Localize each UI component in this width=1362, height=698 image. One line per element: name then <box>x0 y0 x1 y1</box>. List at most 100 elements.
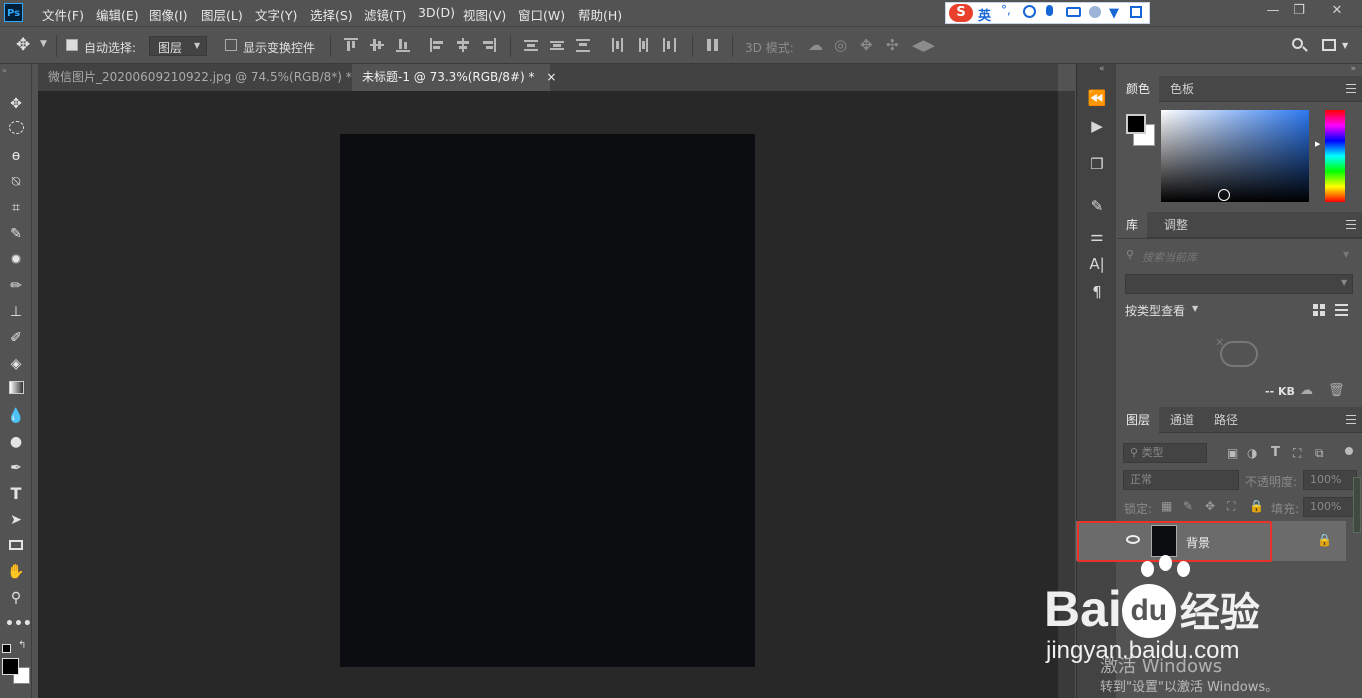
close-icon[interactable]: × <box>546 70 556 84</box>
opacity-input[interactable]: 100% <box>1303 470 1357 490</box>
foreground-color-swatch[interactable] <box>1126 114 1146 134</box>
default-colors-icon[interactable] <box>2 644 11 653</box>
auto-select-target-select[interactable]: 图层 ▼ <box>149 36 207 56</box>
filter-shape-icon[interactable]: ⛶ <box>1293 446 1301 461</box>
collapse-arrows-icon[interactable]: » <box>2 66 7 75</box>
eraser-tool-icon[interactable]: ◈ <box>5 354 27 374</box>
distribute-left-icon[interactable] <box>610 38 624 52</box>
distribute-right-icon[interactable] <box>662 38 676 52</box>
color-field[interactable] <box>1161 110 1309 202</box>
microphone-icon[interactable] <box>1046 5 1053 16</box>
lock-position-icon[interactable]: ✥ <box>1205 499 1215 513</box>
menu-window[interactable]: 窗口(W) <box>518 5 565 24</box>
quick-select-tool-icon[interactable]: ⍉ <box>5 172 27 192</box>
menu-edit[interactable]: 编辑(E) <box>96 5 139 24</box>
marquee-tool-icon[interactable] <box>5 120 27 140</box>
chevron-down-icon[interactable]: ▼ <box>1192 304 1198 313</box>
view-by-type-dropdown[interactable]: 按类型查看 <box>1125 302 1185 319</box>
list-view-icon[interactable] <box>1335 304 1348 316</box>
align-bottom-icon[interactable] <box>396 38 410 52</box>
tab-layers[interactable]: 图层 <box>1117 407 1160 433</box>
hand-tool-icon[interactable]: ✋ <box>5 562 27 582</box>
menu-layer[interactable]: 图层(L) <box>201 5 243 24</box>
move-tool-icon[interactable]: ✥ <box>5 94 27 114</box>
photoshop-logo-icon[interactable]: Ps <box>4 3 23 22</box>
menu-view[interactable]: 视图(V) <box>463 5 506 24</box>
chevron-down-icon[interactable]: ▼ <box>1343 250 1349 259</box>
distribute-bottom-icon[interactable] <box>576 38 590 52</box>
blur-tool-icon[interactable]: 💧 <box>5 406 27 426</box>
skin-shirt-icon[interactable]: ▼ <box>1109 6 1119 21</box>
chevron-down-icon[interactable]: ▼ <box>1342 41 1348 50</box>
keyboard-icon[interactable] <box>1066 7 1081 17</box>
minimize-button[interactable]: — <box>1262 2 1284 20</box>
library-search-input[interactable]: 搜索当前库 <box>1142 249 1197 265</box>
document-canvas[interactable] <box>340 134 755 667</box>
paragraph-icon[interactable]: ¶ <box>1087 282 1107 302</box>
restore-button[interactable]: ❐ <box>1288 2 1310 20</box>
align-right-icon[interactable] <box>482 38 496 52</box>
sogou-logo-icon[interactable]: S <box>949 4 973 22</box>
type-tool-icon[interactable]: T <box>5 484 27 504</box>
auto-align-icon[interactable] <box>706 38 720 52</box>
actions-play-icon[interactable]: ▶ <box>1087 116 1107 136</box>
tab-libraries[interactable]: 库 <box>1117 212 1148 238</box>
tab-document-1[interactable]: 微信图片_20200609210922.jpg @ 74.5%(RGB/8*) … <box>38 64 374 91</box>
path-select-tool-icon[interactable]: ➤ <box>5 510 27 530</box>
foreground-color-swatch[interactable] <box>2 658 19 675</box>
zoom-tool-icon[interactable]: ⚲ <box>5 588 27 608</box>
crop-tool-icon[interactable]: ⌗ <box>5 198 27 218</box>
history-icon[interactable]: ⏪ <box>1087 88 1107 108</box>
tab-document-2[interactable]: 未标题-1 @ 73.3%(RGB/8#) * × <box>352 64 556 91</box>
hue-slider[interactable] <box>1325 110 1345 202</box>
3d-panel-icon[interactable]: ❒ <box>1087 154 1107 174</box>
align-hcenter-icon[interactable] <box>456 38 470 52</box>
trash-icon[interactable]: 🗑 <box>1328 383 1345 398</box>
menu-file[interactable]: 文件(F) <box>42 5 84 24</box>
panel-menu-icon[interactable] <box>1346 415 1356 424</box>
collapse-arrows-icon[interactable]: « <box>1099 64 1105 74</box>
distribute-vcenter-icon[interactable] <box>550 38 564 52</box>
eyedropper-tool-icon[interactable]: ✎ <box>5 224 27 244</box>
grid-view-icon[interactable] <box>1313 304 1325 316</box>
cloud-sync-icon[interactable]: ☁ <box>1300 383 1313 398</box>
distribute-hcenter-icon[interactable] <box>636 38 650 52</box>
dodge-tool-icon[interactable]: ● <box>5 432 27 452</box>
panel-menu-icon[interactable] <box>1346 220 1356 229</box>
filter-toggle-icon[interactable] <box>1345 447 1353 455</box>
emoji-icon[interactable] <box>1023 5 1036 18</box>
punctuation-icon[interactable]: °, <box>1001 3 1011 17</box>
tab-adjustments[interactable]: 调整 <box>1155 212 1197 238</box>
tab-color[interactable]: 颜色 <box>1117 76 1160 102</box>
brush-tool-icon[interactable]: ✏ <box>5 276 27 296</box>
auto-select-checkbox[interactable] <box>66 39 78 51</box>
ime-toolbar[interactable]: S 英 °, ▼ <box>945 2 1150 24</box>
clone-stamp-tool-icon[interactable]: ⊥ <box>5 302 27 322</box>
toolbox-icon[interactable] <box>1130 6 1142 18</box>
tool-preset-chevron-icon[interactable]: ▼ <box>40 39 47 49</box>
swap-colors-icon[interactable]: ↰ <box>18 640 26 651</box>
tab-channels[interactable]: 通道 <box>1161 407 1203 433</box>
filter-adjustment-icon[interactable]: ◑ <box>1247 446 1257 460</box>
adjust-sliders-icon[interactable]: ⚌ <box>1087 226 1107 246</box>
menu-type[interactable]: 文字(Y) <box>255 5 297 24</box>
filter-smart-object-icon[interactable]: ⧉ <box>1315 446 1324 461</box>
history-brush-tool-icon[interactable]: ✐ <box>5 328 27 348</box>
3d-pan-icon[interactable]: ✥ <box>860 36 873 54</box>
collapse-arrows-icon[interactable]: » <box>1350 64 1356 74</box>
healing-brush-tool-icon[interactable]: ✹ <box>5 250 27 270</box>
pen-tool-icon[interactable]: ✒ <box>5 458 27 478</box>
move-tool-icon[interactable]: ✥ <box>16 35 30 55</box>
brush-settings-icon[interactable]: ✎ <box>1087 196 1107 216</box>
lasso-tool-icon[interactable]: ɵ <box>5 146 27 166</box>
3d-roll-icon[interactable]: ◎ <box>834 36 847 54</box>
layer-filter-select[interactable]: ⚲ 类型 <box>1123 443 1207 463</box>
library-select[interactable] <box>1125 274 1353 294</box>
menu-image[interactable]: 图像(I) <box>149 5 187 24</box>
rectangle-tool-icon[interactable] <box>5 536 27 556</box>
close-button[interactable]: ✕ <box>1326 2 1348 20</box>
tab-paths[interactable]: 路径 <box>1205 407 1247 433</box>
menu-select[interactable]: 选择(S) <box>310 5 353 24</box>
filter-pixel-icon[interactable]: ▣ <box>1227 446 1238 460</box>
character-icon[interactable]: A| <box>1087 254 1107 274</box>
